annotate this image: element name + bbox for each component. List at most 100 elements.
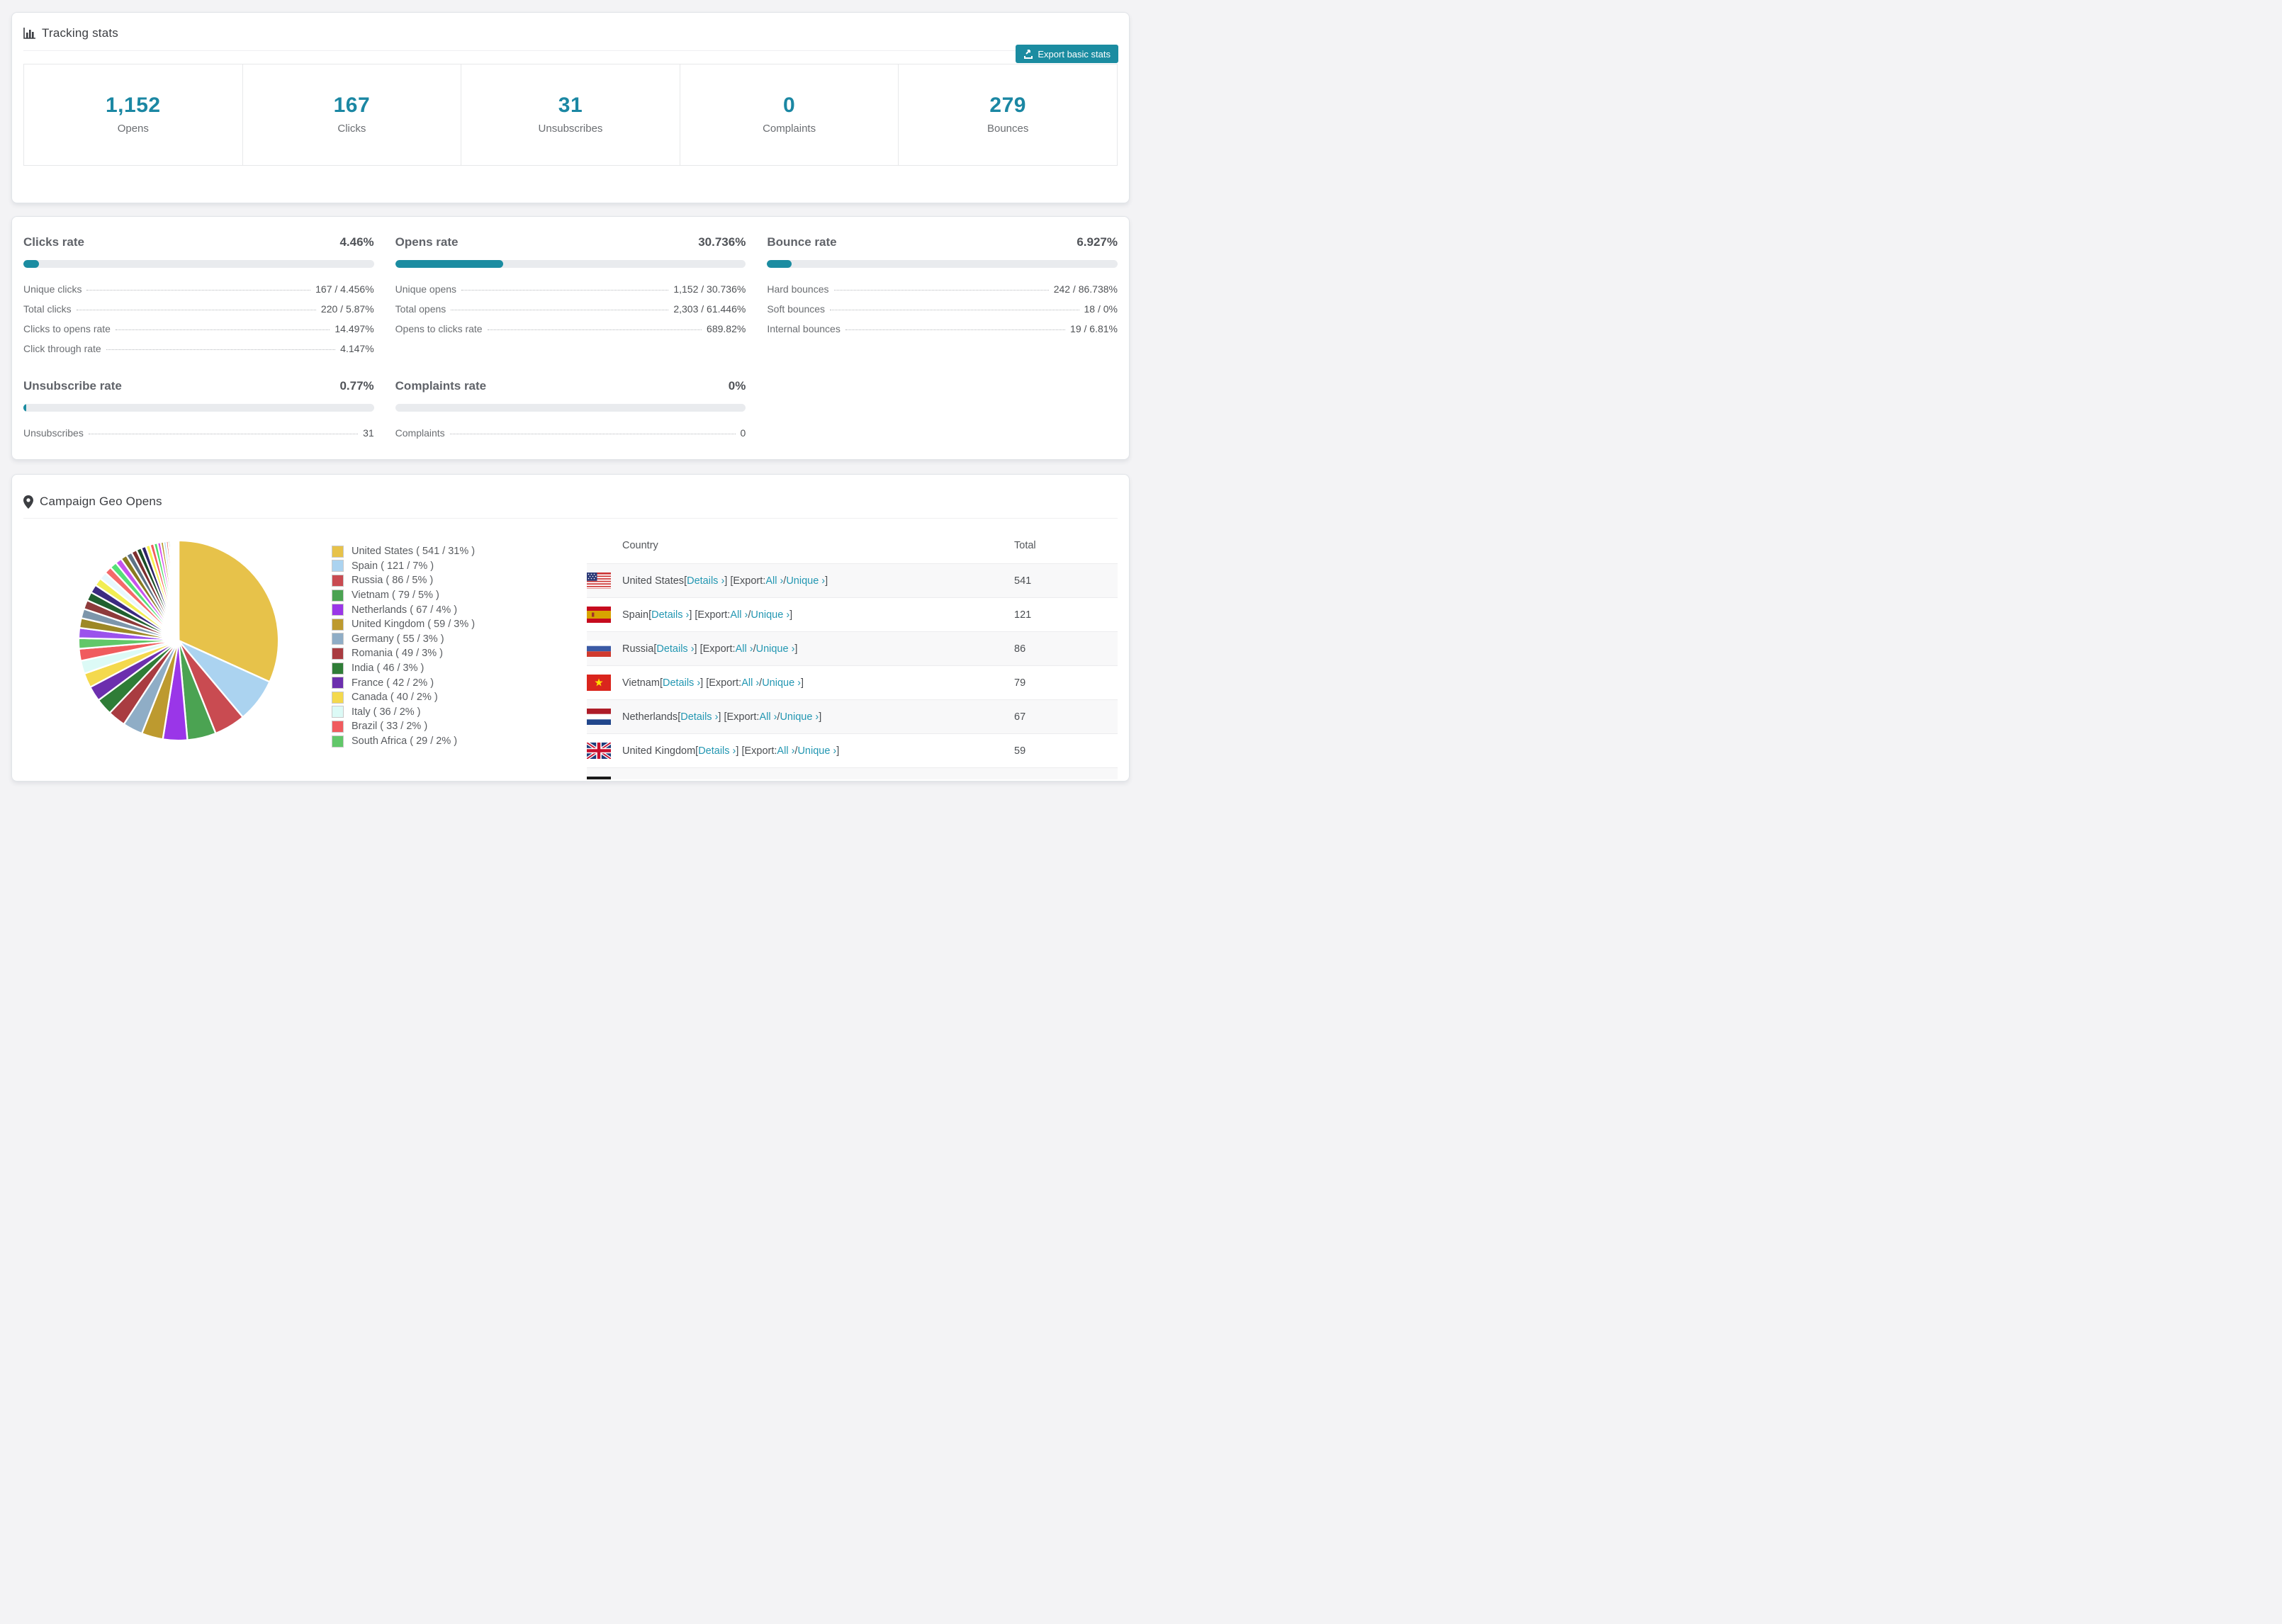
rate-percentage: 6.927%: [1077, 235, 1118, 249]
export-all-link[interactable]: All ›: [736, 643, 753, 655]
export-unique-link[interactable]: Unique ›: [797, 745, 836, 757]
legend-label: United States ( 541 / 31% ): [352, 546, 476, 558]
vn-flag-icon: [587, 675, 611, 691]
details-link[interactable]: Details ›: [680, 711, 718, 723]
total-cell: 79: [1014, 677, 1026, 689]
progress-bar: [23, 260, 374, 268]
stat-value: 167: [333, 94, 371, 117]
progress-bar-fill: [767, 260, 792, 268]
stat-value: 0: [782, 94, 796, 117]
table-row: Vietnam [Details ›] [Export: All › / Uni…: [587, 665, 1118, 699]
export-unique-link[interactable]: Unique ›: [780, 711, 819, 723]
es-flag-icon: [587, 607, 611, 623]
details-link[interactable]: Details ›: [698, 745, 736, 757]
progress-bar-fill: [23, 404, 26, 412]
geo-header: Campaign Geo Opens: [23, 486, 1118, 519]
dotted-leader: [461, 290, 669, 291]
progress-bar-fill: [395, 260, 503, 268]
export-all-link[interactable]: All ›: [765, 575, 783, 587]
legend-item: Germany ( 55 / 3% ): [332, 632, 475, 647]
table-row: United Kingdom [Details ›] [Export: All …: [587, 733, 1118, 767]
total-column-header: Total: [1014, 540, 1036, 551]
legend-swatch: [332, 647, 344, 660]
map-pin-icon: [23, 495, 33, 509]
details-link[interactable]: Details ›: [668, 779, 705, 780]
stats-box: 1,152 Opens 167 Clicks 31 Unsubscribes 0 Compla…: [23, 64, 1118, 166]
pie-slice-other: [177, 539, 180, 641]
export-all-link[interactable]: All ›: [746, 779, 764, 780]
bracket: ]: [819, 711, 822, 723]
rate-stat-row: Opens to clicks rate 689.82%: [395, 324, 746, 334]
rate-title-row: Complaints rate 0%: [395, 379, 746, 393]
rate-block: Bounce rate 6.927% Hard bounces 242 / 86.73…: [767, 235, 1118, 354]
rate-stat-row: Soft bounces 18 / 0%: [767, 304, 1118, 314]
rate-stat-row: Unsubscribes 31: [23, 428, 374, 438]
total-cell: 121: [1014, 609, 1032, 621]
export-unique-link[interactable]: Unique ›: [751, 609, 789, 621]
geo-content: United States ( 541 / 31% ) Spain ( 121 /…: [23, 519, 1118, 779]
rate-title: Clicks rate: [23, 235, 84, 249]
legend-label: Brazil ( 33 / 2% ): [352, 721, 428, 733]
legend-swatch: [332, 720, 344, 733]
details-link[interactable]: Details ›: [687, 575, 724, 587]
total-cell: 541: [1014, 575, 1032, 587]
legend-item: Romania ( 49 / 3% ): [332, 646, 475, 661]
rate-stat-row: Total opens 2,303 / 61.446%: [395, 304, 746, 314]
legend-swatch: [332, 545, 344, 558]
bracket: ] [Export:: [689, 609, 731, 621]
rate-stat-value: 4.147%: [340, 343, 374, 354]
bracket: ]: [836, 745, 840, 757]
bracket: ] [Export:: [700, 677, 742, 689]
export-unique-link[interactable]: Unique ›: [762, 677, 801, 689]
geo-chart-area: United States ( 541 / 31% ) Spain ( 121 /…: [23, 519, 587, 779]
legend-label: Germany ( 55 / 3% ): [352, 633, 444, 645]
table-row: Russia [Details ›] [Export: All › / Uniq…: [587, 631, 1118, 665]
rate-percentage: 4.46%: [339, 235, 374, 249]
geo-legend: United States ( 541 / 31% ) Spain ( 121 /…: [332, 544, 475, 779]
progress-bar: [395, 404, 746, 412]
dotted-leader: [86, 290, 311, 291]
legend-item: Canada ( 40 / 2% ): [332, 690, 475, 705]
stat-label: Bounces: [987, 123, 1029, 135]
export-unique-link[interactable]: Unique ›: [767, 779, 806, 780]
export-all-link[interactable]: All ›: [730, 609, 748, 621]
total-cell: 67: [1014, 711, 1026, 723]
export-all-link[interactable]: All ›: [777, 745, 794, 757]
bracket: ] [Export:: [724, 575, 766, 587]
rate-stat-value: 689.82%: [707, 323, 746, 334]
rate-stat-value: 2,303 / 61.446%: [673, 303, 746, 315]
stat-label: Unsubscribes: [538, 123, 603, 135]
details-link[interactable]: Details ›: [656, 643, 694, 655]
bracket: ] [Export:: [694, 643, 736, 655]
rate-percentage: 0%: [728, 379, 746, 393]
rate-stat-row: Unique clicks 167 / 4.456%: [23, 284, 374, 294]
legend-swatch: [332, 677, 344, 689]
legend-label: India ( 46 / 3% ): [352, 662, 425, 675]
rate-stat-value: 220 / 5.87%: [320, 303, 374, 315]
legend-item: France ( 42 / 2% ): [332, 675, 475, 690]
export-all-link[interactable]: All ›: [741, 677, 759, 689]
rate-stat-label: Clicks to opens rate: [23, 323, 111, 334]
details-link[interactable]: Details ›: [663, 677, 700, 689]
dotted-leader: [115, 329, 330, 330]
legend-label: United Kingdom ( 59 / 3% ): [352, 619, 476, 631]
rate-stat-value: 167 / 4.456%: [315, 283, 374, 295]
stat-cell: 167 Clicks: [242, 64, 461, 165]
details-link[interactable]: Details ›: [651, 609, 689, 621]
export-all-link[interactable]: All ›: [759, 711, 777, 723]
legend-swatch: [332, 560, 344, 573]
export-unique-link[interactable]: Unique ›: [786, 575, 825, 587]
legend-label: Italy ( 36 / 2% ): [352, 706, 421, 718]
dotted-leader: [845, 329, 1066, 330]
bracket: ]: [789, 609, 793, 621]
rate-title: Bounce rate: [767, 235, 837, 249]
legend-item: United States ( 541 / 31% ): [332, 544, 475, 559]
dotted-leader: [487, 329, 702, 330]
legend-label: Canada ( 40 / 2% ): [352, 692, 438, 704]
legend-label: Netherlands ( 67 / 4% ): [352, 604, 458, 616]
tracking-stats-header: Tracking stats Export basic stats: [23, 13, 1118, 63]
export-basic-stats-button[interactable]: Export basic stats: [1016, 45, 1118, 63]
stat-label: Complaints: [763, 123, 816, 135]
country-name: Netherlands: [622, 711, 678, 723]
export-unique-link[interactable]: Unique ›: [756, 643, 795, 655]
